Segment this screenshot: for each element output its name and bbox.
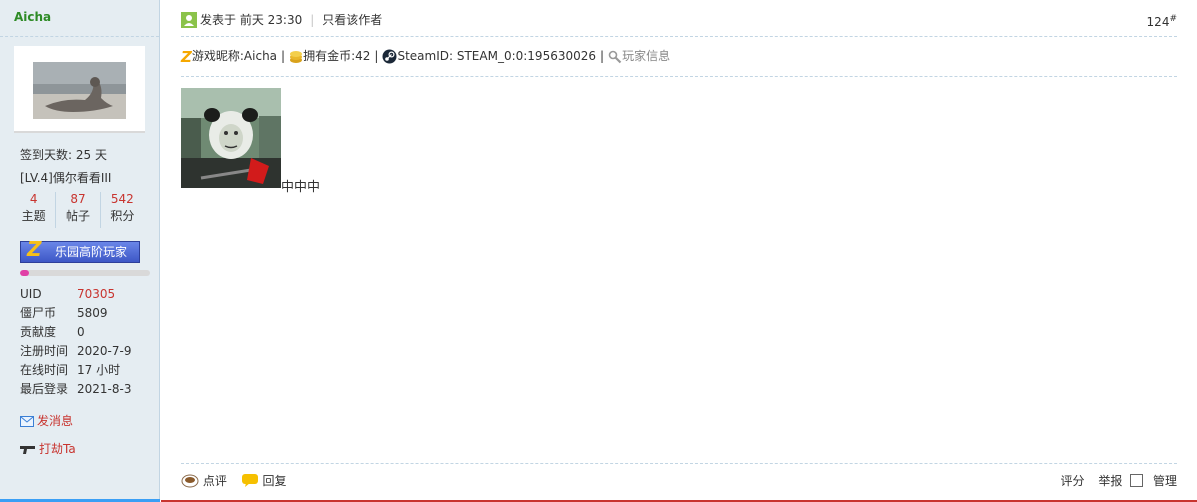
panda-meme-image[interactable] <box>181 88 281 188</box>
send-message-label: 发消息 <box>37 414 74 428</box>
author-only-link[interactable]: 只看该作者 <box>322 13 382 27</box>
medal-badge[interactable]: Z 乐园高阶玩家 <box>20 237 140 263</box>
stat-points[interactable]: 542 积分 <box>99 192 144 228</box>
post-header: 发表于 前天 23:30 | 只看该作者 <box>181 12 382 28</box>
floor-number-value: 124 <box>1146 15 1170 29</box>
send-message-link[interactable]: 发消息 <box>20 412 73 429</box>
coin-icon <box>290 50 303 63</box>
report-link[interactable]: 举报 <box>1098 472 1122 489</box>
search-icon <box>608 50 622 63</box>
comment-label: 点评 <box>202 474 227 488</box>
profile-row-register: 注册时间 2020-7-9 <box>20 342 150 361</box>
level-progress-fill <box>20 270 30 276</box>
profile-value-uid[interactable]: 70305 <box>77 285 115 304</box>
profile-value: 5809 <box>77 306 108 320</box>
online-user-icon <box>181 12 197 28</box>
divider <box>181 76 1177 77</box>
profile-key: 注册时间 <box>20 344 69 358</box>
post-time: 发表于 前天 23:30 <box>200 13 303 27</box>
profile-key: 僵尸币 <box>20 306 57 320</box>
divider: | <box>374 49 379 63</box>
stat-posts[interactable]: 87 帖子 <box>55 192 99 228</box>
rob-label: 打劫Ta <box>39 442 76 456</box>
player-info-link[interactable]: 玩家信息 <box>622 49 670 63</box>
reply-bubble-icon <box>241 474 258 487</box>
profile-row-uid: UID 70305 <box>20 285 150 304</box>
stat-points-label: 积分 <box>110 209 135 223</box>
profile-row-coins: 僵尸币 5809 <box>20 304 150 323</box>
username[interactable]: Aicha <box>14 10 51 24</box>
steam-id: SteamID: STEAM_0:0:195630026 <box>397 49 597 63</box>
envelope-icon <box>20 416 34 427</box>
divider <box>0 36 159 37</box>
comment-button[interactable]: 点评 <box>181 472 227 489</box>
gun-icon <box>20 446 35 454</box>
profile-value: 17 小时 <box>77 363 121 377</box>
divider <box>181 36 1177 37</box>
divider: | <box>600 49 605 63</box>
z-game-icon: Z <box>181 47 192 66</box>
user-sidebar: Aicha 签到天数: 25 天 [LV.4]偶尔看看III 4 主题 87 帖… <box>0 0 160 502</box>
signin-days: 签到天数: 25 天 <box>20 148 107 162</box>
footer-actions-right: 评分 举报 管理 <box>1060 472 1177 489</box>
divider: | <box>281 49 286 63</box>
profile-key: 最后登录 <box>20 382 69 396</box>
z-logo-icon: Z <box>27 237 42 261</box>
footer-actions-left: 点评 回复 <box>181 472 287 489</box>
reply-label: 回复 <box>262 474 287 488</box>
reply-button[interactable]: 回复 <box>241 472 287 489</box>
coffee-cup-icon <box>181 474 199 487</box>
stat-points-value: 542 <box>110 192 134 206</box>
profile-value: 2021-8-3 <box>77 382 132 396</box>
profile-value: 2020-7-9 <box>77 344 132 358</box>
divider: | <box>310 13 315 27</box>
profile-key: UID <box>20 287 42 301</box>
game-nickname: 游戏昵称:Aicha <box>191 49 278 63</box>
manage-checkbox[interactable] <box>1130 474 1144 487</box>
profile-key: 贡献度 <box>20 325 57 339</box>
profile-list: UID 70305 僵尸币 5809 贡献度 0 注册时间 2020-7-9 在… <box>20 285 150 399</box>
user-stats: 4 主题 87 帖子 542 积分 <box>12 192 144 228</box>
profile-row-online: 在线时间 17 小时 <box>20 361 150 380</box>
divider <box>181 463 1177 464</box>
stat-topics-value: 4 <box>29 192 38 206</box>
rate-link[interactable]: 评分 <box>1060 472 1084 489</box>
player-profile-line: Z游戏昵称:Aicha | 拥有金币:42 | SteamID: STEAM_0:0:1… <box>181 48 670 65</box>
post-main: 发表于 前天 23:30 | 只看该作者 124# Z游戏昵称:Aicha | 拥有金币… <box>181 0 1177 502</box>
coins: 拥有金币:42 <box>303 49 371 63</box>
medal-label: 乐园高阶玩家 <box>55 245 128 259</box>
user-level[interactable]: [LV.4]偶尔看看III <box>20 169 111 186</box>
level-progress-bar <box>20 270 150 276</box>
profile-row-last-login: 最后登录 2021-8-3 <box>20 380 150 399</box>
stat-topics[interactable]: 4 主题 <box>12 192 55 228</box>
avatar-seal-image <box>33 62 126 119</box>
stat-posts-value: 87 <box>70 192 86 206</box>
stat-topics-label: 主题 <box>21 209 46 223</box>
floor-number[interactable]: 124# <box>1147 14 1177 29</box>
profile-key: 在线时间 <box>20 363 69 377</box>
floor-mark: # <box>1169 14 1177 24</box>
profile-value: 0 <box>77 325 85 339</box>
stat-posts-label: 帖子 <box>65 209 90 223</box>
steam-icon <box>382 49 397 64</box>
rob-link[interactable]: 打劫Ta <box>20 440 76 457</box>
avatar[interactable] <box>14 46 145 133</box>
manage-label: 管理 <box>1152 474 1177 488</box>
profile-row-contribution: 贡献度 0 <box>20 323 150 342</box>
post-content: 中中中 <box>281 180 321 195</box>
